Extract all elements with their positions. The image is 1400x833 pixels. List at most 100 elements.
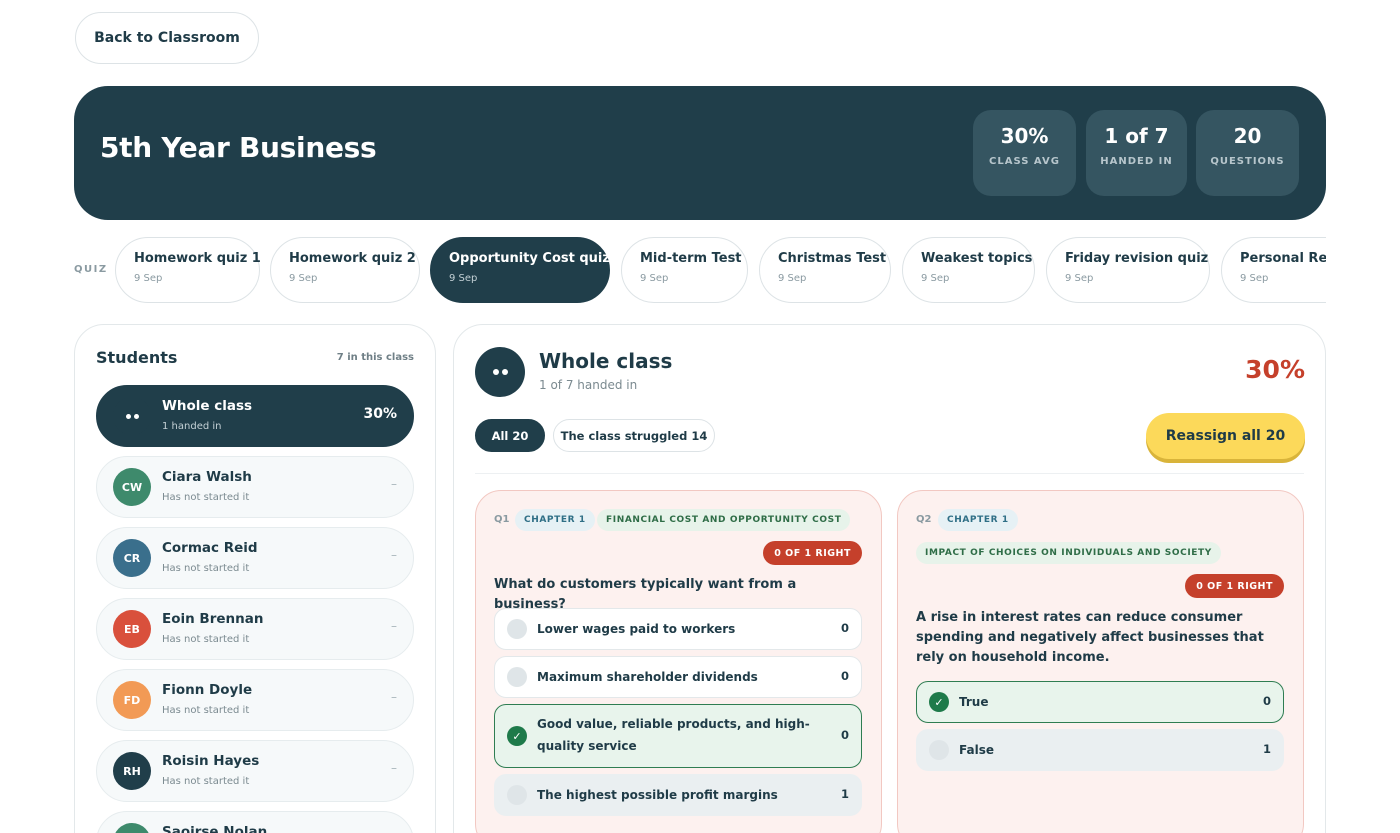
radio-icon [507,667,527,687]
results-panel: Whole class 1 of 7 handed in 30% All 20 … [453,324,1326,833]
option-count: 1 [1262,742,1271,756]
student-item[interactable]: RH Roisin Hayes Has not started it – [96,740,414,802]
option-count: 0 [840,621,849,635]
answer-option-correct[interactable]: ✓ Good value, reliable products, and hig… [494,704,862,768]
student-status: Has not started it [162,776,250,787]
option-text: Maximum shareholder dividends [537,670,758,684]
question-text: A rise in interest rates can reduce cons… [916,610,1264,665]
results-subtitle: 1 of 7 handed in [539,378,638,392]
check-icon: ✓ [507,726,527,746]
student-item[interactable]: CR Cormac Reid Has not started it – [96,527,414,589]
student-name: Ciara Walsh [162,469,252,485]
answer-option[interactable]: False 1 [916,729,1284,771]
quiz-pill[interactable]: Homework quiz 1 9 Sep [115,237,261,303]
avatar: CW [113,468,151,506]
radio-icon [929,740,949,760]
option-count: 0 [840,669,849,683]
question-number: Q1 [494,514,510,525]
answer-option[interactable]: Maximum shareholder dividends 0 [494,656,862,698]
class-header: 5th Year Business 30% CLASS AVG 1 of 7 H… [74,86,1326,220]
students-panel: Students 7 in this class Whole class 1 h… [74,324,436,833]
avatar: EB [113,610,151,648]
student-item[interactable]: FD Fionn Doyle Has not started it – [96,669,414,731]
stat-value: 30% [1000,124,1049,148]
filter-struggled[interactable]: The class struggled 14 [553,419,715,452]
quiz-name: Homework quiz 1 [134,251,261,266]
check-icon: ✓ [929,692,949,712]
student-status: 1 handed in [162,421,222,432]
stat-value: 20 [1233,124,1262,148]
student-item[interactable]: CW Ciara Walsh Has not started it – [96,456,414,518]
quiz-pill[interactable]: Personal Resa 9 Sep [1221,237,1326,303]
chapter-tag: CHAPTER 1 [515,509,595,531]
option-count: 1 [840,787,849,801]
quiz-pill[interactable]: Mid-term Test 9 Sep [621,237,748,303]
divider [475,473,1304,474]
topic-tag: FINANCIAL COST AND OPPORTUNITY COST [597,509,851,531]
student-score: – [391,690,397,704]
quiz-pill[interactable]: Weakest topics 9 Sep [902,237,1035,303]
question-number: Q2 [916,514,932,525]
question-card: Q1 CHAPTER 1 FINANCIAL COST AND OPPORTUN… [475,490,882,833]
avatar: FD [113,681,151,719]
quiz-pill[interactable]: Christmas Test 9 Sep [759,237,891,303]
option-count: 0 [840,728,849,742]
student-item-whole-class[interactable]: Whole class 1 handed in 30% [96,385,414,447]
quiz-name: Opportunity Cost quiz [449,251,610,266]
quiz-date: 9 Sep [778,273,807,284]
student-score: – [391,548,397,562]
answer-option[interactable]: The highest possible profit margins 1 [494,774,862,816]
stat-label: HANDED IN [1100,156,1173,167]
stat-class-avg: 30% CLASS AVG [973,110,1076,196]
question-card: Q2 CHAPTER 1 IMPACT OF CHOICES ON INDIVI… [897,490,1304,833]
avatar: CR [113,539,151,577]
topic-tag: IMPACT OF CHOICES ON INDIVIDUALS AND SOC… [916,542,1221,564]
option-text: The highest possible profit margins [537,788,778,802]
answer-option[interactable]: Lower wages paid to workers 0 [494,608,862,650]
radio-icon [507,619,527,639]
quiz-date: 9 Sep [1240,273,1269,284]
quiz-name: Mid-term Test [640,251,742,266]
score-badge: 0 OF 1 RIGHT [1185,574,1284,598]
results-title: Whole class [539,349,673,373]
option-text: True [959,695,989,709]
avatar: SN [113,823,151,833]
stat-questions: 20 QUESTIONS [1196,110,1299,196]
option-count: 0 [1262,694,1271,708]
student-status: Has not started it [162,492,250,503]
students-title: Students [96,348,178,367]
option-text: Good value, reliable products, and high-… [537,717,810,753]
quiz-date: 9 Sep [640,273,669,284]
student-name: Eoin Brennan [162,611,264,627]
student-name: Saoirse Nolan [162,824,268,833]
quiz-date: 9 Sep [1065,273,1094,284]
student-score: – [391,761,397,775]
results-score: 30% [1245,355,1305,384]
quiz-name: Christmas Test [778,251,887,266]
quiz-date: 9 Sep [921,273,950,284]
quiz-pill[interactable]: Friday revision quiz 9 Sep [1046,237,1210,303]
quiz-selector: Homework quiz 1 9 Sep Homework quiz 2 9 … [115,237,1326,305]
back-to-classroom-button[interactable]: Back to Classroom [75,12,259,64]
student-item[interactable]: SN Saoirse Nolan [96,811,414,833]
option-text: False [959,743,994,757]
students-count: 7 in this class [336,352,414,363]
answer-option-correct[interactable]: ✓ True 0 [916,681,1284,723]
quiz-pill-active[interactable]: Opportunity Cost quiz 9 Sep [430,237,610,303]
student-name: Fionn Doyle [162,682,253,698]
student-score: – [391,477,397,491]
class-title: 5th Year Business [100,131,377,164]
student-status: Has not started it [162,634,250,645]
quiz-pill[interactable]: Homework quiz 2 9 Sep [270,237,420,303]
reassign-all-button[interactable]: Reassign all 20 [1146,413,1305,459]
stat-handed-in: 1 of 7 HANDED IN [1086,110,1187,196]
filter-all[interactable]: All 20 [475,419,545,452]
student-item[interactable]: EB Eoin Brennan Has not started it – [96,598,414,660]
student-score: 30% [363,406,397,422]
group-icon [475,347,525,397]
stat-label: QUESTIONS [1210,156,1285,167]
quiz-name: Homework quiz 2 [289,251,416,266]
quiz-date: 9 Sep [449,273,478,284]
student-name: Roisin Hayes [162,753,260,769]
stat-label: CLASS AVG [989,156,1060,167]
